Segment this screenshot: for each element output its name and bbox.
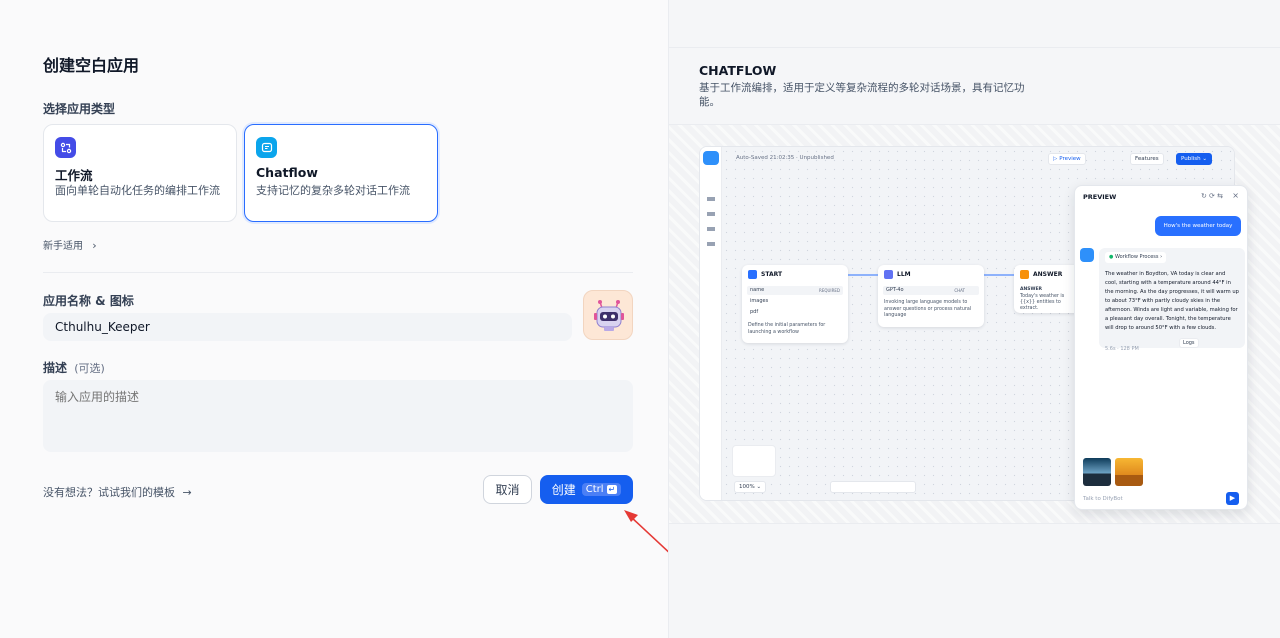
user-message: How's the weather today xyxy=(1155,216,1241,236)
bot-reply-text: The weather in Boydton, VA today is clea… xyxy=(1105,271,1239,331)
minimap xyxy=(732,445,776,477)
workflow-process-label: Workflow Process xyxy=(1114,254,1159,260)
create-app-dialog: 创建空白应用 选择应用类型 工作流 面向单轮自动化任务的编排工作流 Chatfl… xyxy=(0,0,668,638)
close-icon: × xyxy=(1232,191,1239,200)
preview-title: CHATFLOW xyxy=(699,63,777,78)
reply-meta: 5.6s · 128 PM xyxy=(1105,346,1139,352)
logs-label: Logs xyxy=(1183,340,1195,346)
preview-chat-panel: PREVIEW ↻ ⟳ ⇆ × How's the weather today … xyxy=(1074,185,1248,510)
check-icon: ● xyxy=(1109,254,1114,260)
logs-button: Logs xyxy=(1179,338,1199,348)
send-icon: ▶ xyxy=(1226,492,1239,505)
divider xyxy=(669,47,1280,48)
panel-actions: ↻ ⟳ ⇆ xyxy=(1200,192,1223,200)
chat-input-placeholder: Talk to DifyBot xyxy=(1083,496,1123,502)
preview-description: 基于工作流编排，适用于定义等复杂流程的多轮对话场景，具有记忆功能。 xyxy=(699,82,1025,108)
divider xyxy=(669,124,1280,125)
panel-title: PREVIEW xyxy=(1083,193,1117,201)
canvas-toolbar xyxy=(830,481,916,493)
divider xyxy=(669,523,1280,524)
workflow-process-badge: ● Workflow Process › xyxy=(1105,252,1167,263)
zoom-level: 100% xyxy=(739,484,755,490)
uploaded-image-1 xyxy=(1083,458,1111,486)
annotation-arrow xyxy=(624,510,668,553)
bot-reply: ● Workflow Process › The weather in Boyd… xyxy=(1099,248,1245,348)
app-type-preview: CHATFLOW 基于工作流编排，适用于定义等复杂流程的多轮对话场景，具有记忆功… xyxy=(668,0,1280,638)
uploaded-image-2 xyxy=(1115,458,1143,486)
zoom-control: 100% ⌄ xyxy=(734,481,767,493)
bot-avatar-icon xyxy=(1080,248,1094,262)
